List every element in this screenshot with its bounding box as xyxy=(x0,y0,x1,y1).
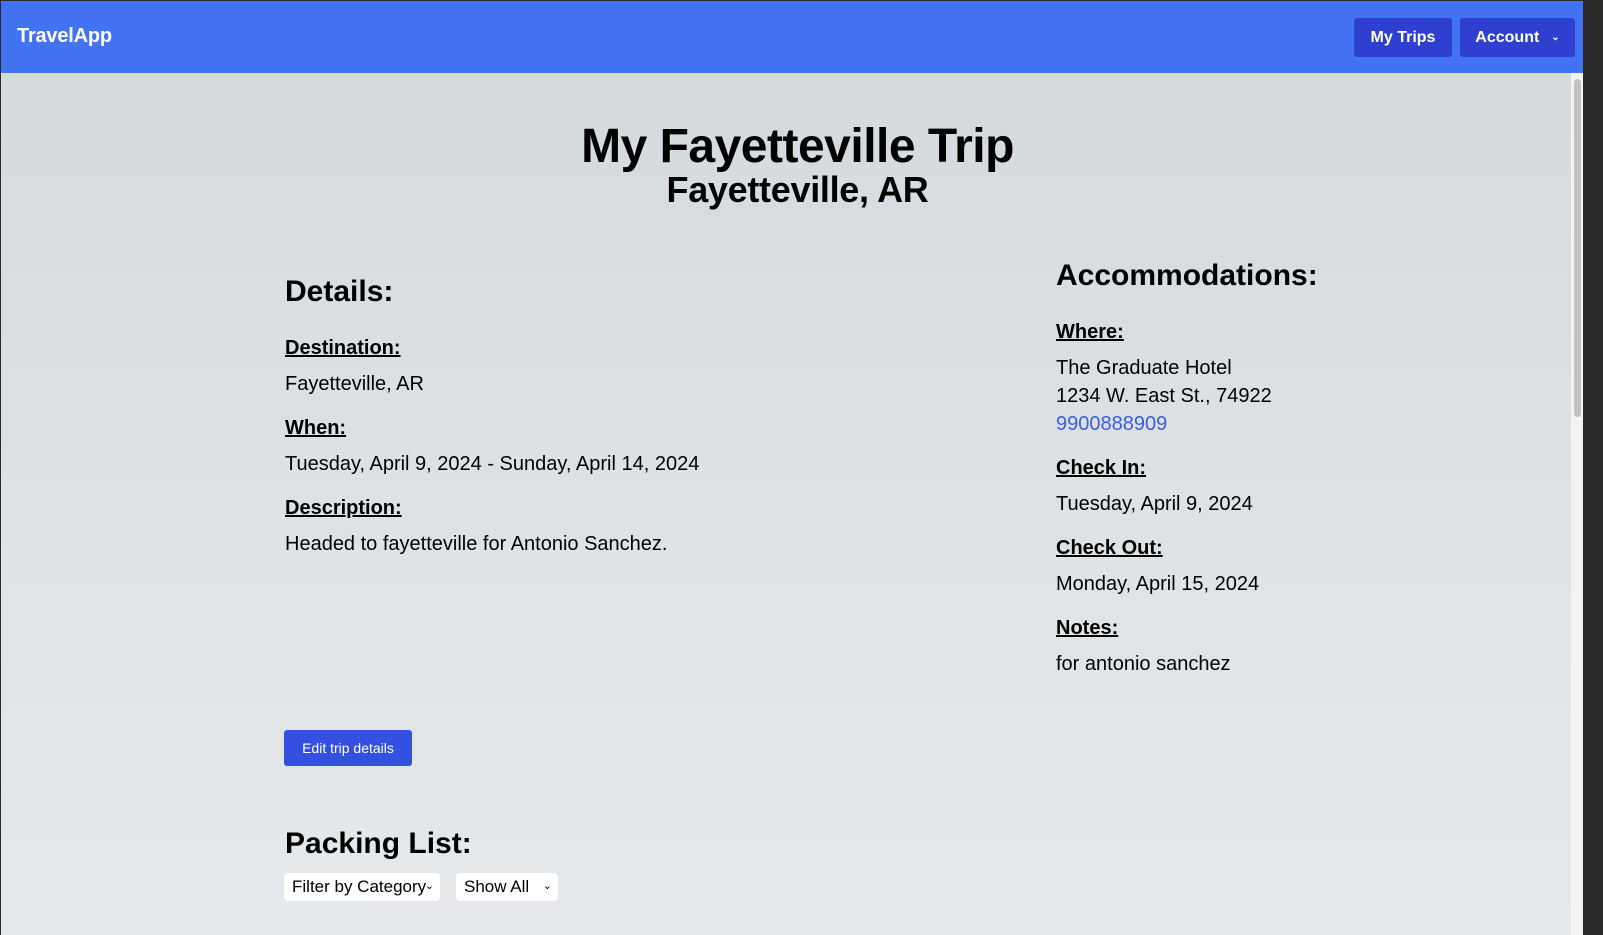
description-value: Headed to fayetteville for Antonio Sanch… xyxy=(285,533,668,555)
show-filter-select[interactable]: Show All ⌄ xyxy=(456,873,558,901)
my-trips-button[interactable]: My Trips xyxy=(1354,18,1452,57)
hotel-phone-link[interactable]: 9900888909 xyxy=(1056,413,1167,436)
chevron-down-icon: ⌄ xyxy=(542,880,552,892)
where-label: Where: xyxy=(1056,321,1124,343)
top-navbar: TravelApp My Trips Account ⌄ xyxy=(1,1,1583,73)
account-menu-button[interactable]: Account ⌄ xyxy=(1460,18,1575,57)
account-label: Account xyxy=(1475,28,1540,46)
show-filter-value: Show All xyxy=(464,877,530,896)
packing-list-heading: Packing List: xyxy=(285,827,472,860)
hotel-address: 1234 W. East St., 74922 xyxy=(1056,385,1272,407)
when-label: When: xyxy=(285,417,347,439)
description-label: Description: xyxy=(285,497,402,519)
brand-logo[interactable]: TravelApp xyxy=(17,25,112,48)
checkin-value: Tuesday, April 9, 2024 xyxy=(1056,493,1253,515)
trip-subtitle: Fayetteville, AR xyxy=(666,169,929,210)
checkin-label: Check In: xyxy=(1056,457,1147,479)
details-heading: Details: xyxy=(285,275,394,308)
checkout-value: Monday, April 15, 2024 xyxy=(1056,573,1260,595)
checkout-label: Check Out: xyxy=(1056,537,1163,559)
chevron-down-icon: ⌄ xyxy=(1551,32,1560,43)
accommodations-heading: Accommodations: xyxy=(1056,259,1318,292)
notes-label: Notes: xyxy=(1056,617,1119,639)
category-filter-select[interactable]: Filter by Category ⌄ xyxy=(284,873,440,901)
scrollbar-thumb[interactable] xyxy=(1574,79,1581,417)
destination-value: Fayetteville, AR xyxy=(285,373,424,395)
browser-viewport: TravelApp My Trips Account ⌄ My Fayettev… xyxy=(1,1,1583,935)
notes-value: for antonio sanchez xyxy=(1056,653,1231,675)
hotel-name: The Graduate Hotel xyxy=(1056,357,1232,379)
trip-title: My Fayetteville Trip xyxy=(581,120,1014,173)
category-filter-value: Filter by Category xyxy=(292,877,427,896)
destination-label: Destination: xyxy=(285,337,401,359)
edit-trip-button[interactable]: Edit trip details xyxy=(284,730,412,766)
chevron-down-icon: ⌄ xyxy=(424,880,434,892)
when-value: Tuesday, April 9, 2024 - Sunday, April 1… xyxy=(285,453,700,475)
